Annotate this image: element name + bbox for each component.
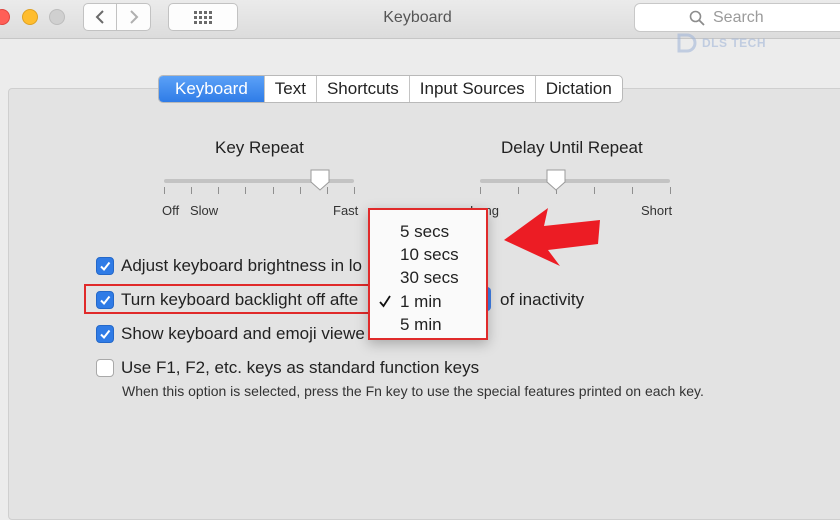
watermark-text: DLS TECH (702, 36, 766, 50)
adjust-brightness-checkbox[interactable] (96, 257, 114, 275)
key-repeat-title: Key Repeat (215, 138, 304, 157)
slider-tick (218, 187, 220, 194)
backlight-option-highlight (84, 284, 374, 314)
key-repeat-off-label: Off (162, 203, 180, 218)
slider-tick (518, 187, 519, 194)
slider-tick (670, 187, 671, 194)
slider-tick (164, 187, 165, 194)
chevron-left-icon (95, 10, 104, 24)
menu-item-5-min[interactable]: 5 min (370, 314, 486, 336)
show-viewers-checkbox[interactable] (96, 325, 114, 343)
tab-dictation[interactable]: Dictation (536, 76, 622, 102)
key-repeat-slow-label: Slow (190, 203, 219, 218)
fn-key-note: When this option is selected, press the … (122, 383, 704, 399)
function-keys-label: Use F1, F2, etc. keys as standard functi… (121, 358, 480, 377)
forward-button[interactable] (117, 3, 151, 31)
slider-tick (632, 187, 633, 194)
watermark-d-icon (677, 33, 697, 53)
window-title: Keyboard (383, 9, 452, 26)
checkmark-icon (100, 261, 111, 272)
grid-icon (194, 11, 212, 24)
option-function-keys[interactable]: Use F1, F2, etc. keys as standard functi… (96, 358, 479, 378)
tab-input-sources[interactable]: Input Sources (410, 76, 536, 102)
slider-tick (594, 187, 595, 194)
show-all-button[interactable] (168, 3, 238, 31)
menu-item-10-secs[interactable]: 10 secs (370, 244, 486, 266)
delay-until-repeat-title: Delay Until Repeat (501, 138, 643, 157)
menu-item-label: 5 min (400, 315, 442, 334)
menu-item-label: 30 secs (400, 268, 459, 287)
selected-checkmark-icon (379, 295, 391, 308)
tab-keyboard[interactable]: Keyboard (159, 76, 265, 102)
option-adjust-brightness[interactable]: Adjust keyboard brightness in lo (96, 256, 362, 276)
slider-tick (480, 187, 481, 194)
search-icon (689, 10, 705, 26)
zoom-window-button[interactable] (49, 9, 65, 25)
chevron-right-icon (129, 10, 138, 24)
adjust-brightness-label: Adjust keyboard brightness in lo (121, 256, 362, 275)
delay-until-repeat-track[interactable] (480, 179, 670, 183)
slider-tick (272, 187, 274, 194)
slider-tick (191, 187, 193, 194)
menu-item-30-secs[interactable]: 30 secs (370, 267, 486, 289)
menu-item-label: 1 min (400, 292, 442, 311)
menu-item-5-secs[interactable]: 5 secs (370, 221, 486, 243)
option-show-viewers[interactable]: Show keyboard and emoji viewe (96, 324, 365, 344)
key-repeat-fast-label: Fast (333, 203, 359, 218)
annotation-arrow-icon (504, 208, 600, 266)
slider-tick (354, 187, 355, 194)
tab-bar: Keyboard Text Shortcuts Input Sources Di… (158, 75, 623, 103)
watermark-logo: DLS TECH (676, 28, 794, 58)
minimize-window-button[interactable] (22, 9, 38, 25)
menu-item-label: 10 secs (400, 245, 459, 264)
delay-short-label: Short (641, 203, 673, 218)
tab-shortcuts[interactable]: Shortcuts (317, 76, 410, 102)
search-placeholder: Search (713, 9, 764, 26)
key-repeat-slider-knob[interactable] (308, 168, 332, 192)
slider-tick (299, 187, 301, 194)
show-viewers-label: Show keyboard and emoji viewe (121, 324, 365, 343)
slider-tick (245, 187, 247, 194)
backlight-duration-menu: 5 secs 10 secs 30 secs 1 min 5 min (368, 208, 488, 340)
close-window-button[interactable] (0, 9, 10, 25)
menu-item-1-min[interactable]: 1 min (370, 291, 486, 313)
checkmark-icon (100, 329, 111, 340)
back-button[interactable] (83, 3, 117, 31)
menu-item-label: 5 secs (400, 222, 450, 241)
inactivity-label: of inactivity (500, 290, 585, 309)
delay-until-repeat-slider-knob[interactable] (544, 168, 568, 192)
tab-text[interactable]: Text (265, 76, 317, 102)
function-keys-checkbox[interactable] (96, 359, 114, 377)
